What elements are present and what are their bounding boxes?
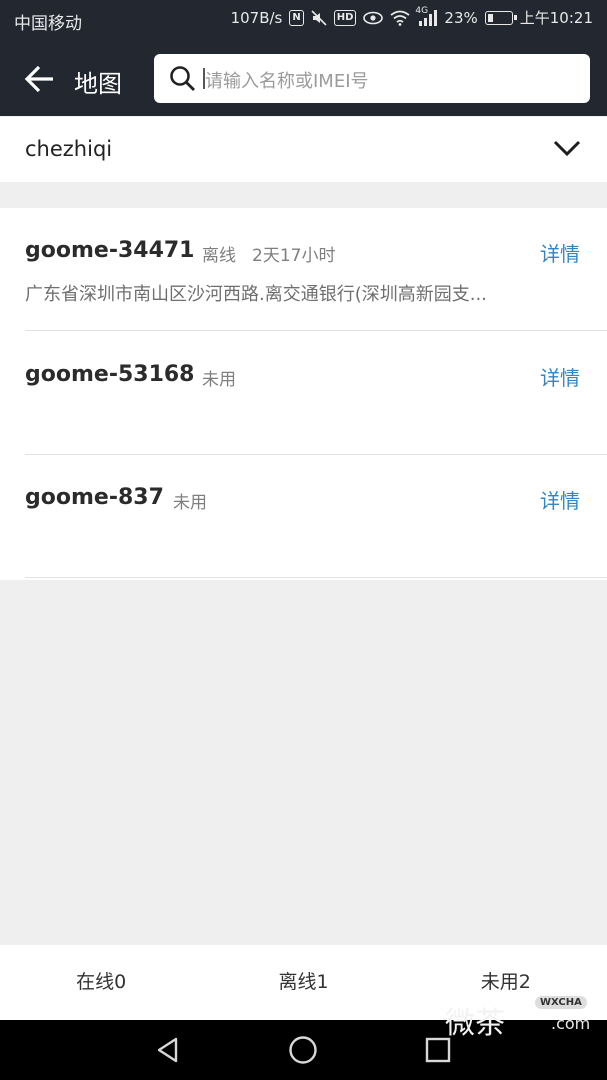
nfc-icon: N <box>289 10 304 26</box>
device-name: goome-34471 <box>25 238 195 263</box>
page-title: 地图 <box>74 70 122 98</box>
watermark: 微茶 WXCHA .com <box>445 996 590 1056</box>
device-status: 未用 <box>202 370 236 390</box>
nav-back-icon[interactable] <box>154 1036 182 1064</box>
cell-signal-icon: 4G <box>415 6 438 26</box>
row-divider <box>25 330 607 331</box>
app-header: 地图 请输入名称或IMEI号 <box>0 40 607 116</box>
status-bar: 中国移动 107B/s N HD 4G 23% 上午10:21 <box>0 0 607 40</box>
search-placeholder: 请输入名称或IMEI号 <box>205 71 369 92</box>
device-offline-duration: 2天17小时 <box>252 246 336 266</box>
device-name: goome-53168 <box>25 362 195 387</box>
nav-home-icon[interactable] <box>288 1035 318 1065</box>
tab-online[interactable]: 在线0 <box>0 945 202 1020</box>
hd-icon: HD <box>333 10 357 26</box>
chevron-down-icon <box>553 140 581 157</box>
search-input[interactable]: 请输入名称或IMEI号 <box>154 54 590 103</box>
detail-link[interactable]: 详情 <box>540 362 580 391</box>
detail-link[interactable]: 详情 <box>540 485 580 514</box>
carrier-label: 中国移动 <box>14 14 82 34</box>
tab-offline[interactable]: 离线1 <box>202 945 404 1020</box>
eye-icon <box>363 11 384 25</box>
back-arrow-icon[interactable] <box>24 64 56 94</box>
detail-link[interactable]: 详情 <box>540 238 580 267</box>
group-filter-value: chezhiqi <box>25 137 113 161</box>
net-speed: 107B/s <box>230 9 283 27</box>
device-status: 离线 <box>202 246 236 266</box>
device-row[interactable]: goome-837 未用 详情 <box>0 455 607 578</box>
signal-tag: 4G <box>415 6 429 16</box>
battery-percent: 23% <box>444 9 478 27</box>
mute-icon <box>311 10 327 26</box>
watermark-badge: WXCHA <box>535 996 587 1009</box>
device-name: goome-837 <box>25 485 164 510</box>
group-filter-dropdown[interactable]: chezhiqi <box>0 117 607 182</box>
clock: 上午10:21 <box>519 9 593 27</box>
device-row[interactable]: goome-34471 离线 2天17小时 详情 广东省深圳市南山区沙河西路.离… <box>0 208 607 331</box>
device-list: goome-34471 离线 2天17小时 详情 广东省深圳市南山区沙河西路.离… <box>0 208 607 580</box>
search-icon <box>170 66 195 91</box>
device-address: 广东省深圳市南山区沙河西路.离交通银行(深圳高新园支... <box>25 284 487 305</box>
watermark-domain: .com <box>551 1014 591 1033</box>
device-status: 未用 <box>173 493 207 513</box>
battery-icon <box>484 11 517 25</box>
device-row[interactable]: goome-53168 未用 详情 <box>0 332 607 455</box>
wifi-icon <box>390 10 410 26</box>
watermark-text: 微茶 <box>445 1006 505 1041</box>
row-divider <box>25 577 607 578</box>
